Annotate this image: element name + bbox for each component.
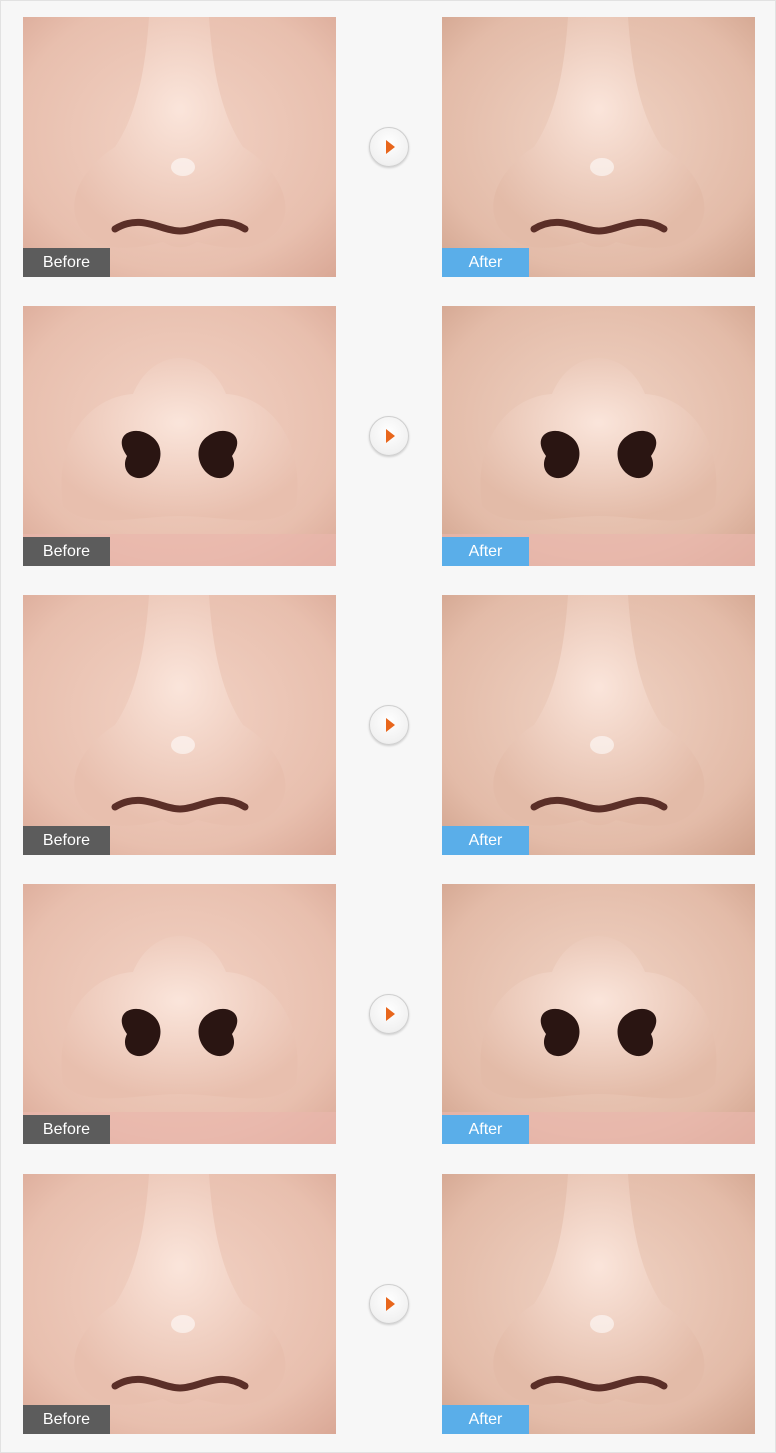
before-label: Before <box>23 1405 110 1434</box>
before-label: Before <box>23 826 110 855</box>
after-photo: After <box>442 595 755 855</box>
before-label: Before <box>23 537 110 566</box>
before-photo: Before <box>23 595 336 855</box>
comparison-row: Before After <box>0 884 776 1144</box>
before-photo: Before <box>23 1174 336 1434</box>
comparison-row: Before After <box>0 17 776 277</box>
before-photo: Before <box>23 884 336 1144</box>
before-label: Before <box>23 1115 110 1144</box>
after-photo: After <box>442 17 755 277</box>
arrow-right-icon <box>369 416 409 456</box>
arrow-right-icon <box>369 1284 409 1324</box>
after-photo: After <box>442 1174 755 1434</box>
after-photo: After <box>442 306 755 566</box>
after-label: After <box>442 248 529 277</box>
arrow-right-icon <box>369 127 409 167</box>
arrow-right-icon <box>369 705 409 745</box>
after-label: After <box>442 1115 529 1144</box>
before-label: Before <box>23 248 110 277</box>
comparison-row: Before After <box>0 1174 776 1434</box>
comparison-row: Before After <box>0 306 776 566</box>
before-photo: Before <box>23 306 336 566</box>
comparison-row: Before After <box>0 595 776 855</box>
before-photo: Before <box>23 17 336 277</box>
after-photo: After <box>442 884 755 1144</box>
arrow-right-icon <box>369 994 409 1034</box>
after-label: After <box>442 1405 529 1434</box>
after-label: After <box>442 537 529 566</box>
after-label: After <box>442 826 529 855</box>
